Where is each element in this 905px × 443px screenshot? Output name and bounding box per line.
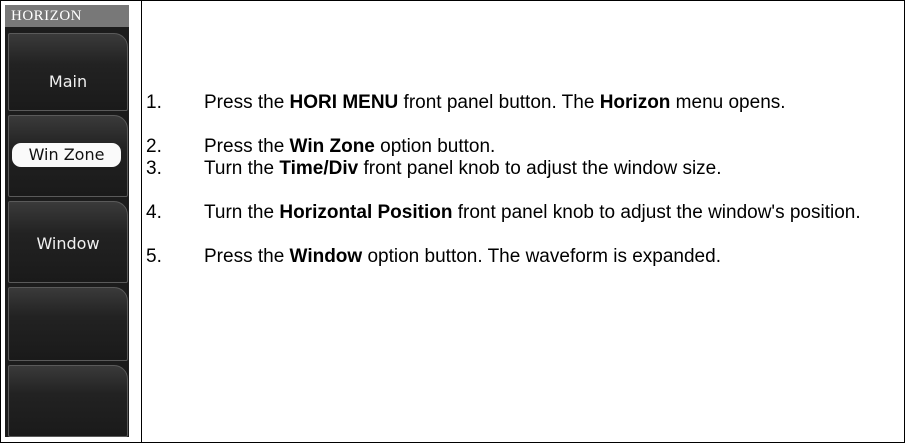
step-text: Press the HORI MENU front panel button. …	[204, 92, 904, 114]
step-number: 1.	[146, 92, 162, 113]
step-text-run: option button. The waveform is expanded.	[362, 246, 721, 267]
menu-button-empty-4[interactable]	[8, 287, 128, 361]
step-text-run: front panel knob to adjust the window's …	[452, 202, 861, 223]
step-text: Turn the Time/Div front panel knob to ad…	[204, 158, 904, 180]
step-number: 4.	[146, 202, 162, 223]
menu-button-label-selected: Win Zone	[12, 143, 121, 167]
menu-button-label: Window	[36, 234, 100, 253]
menu-button-window[interactable]: Window	[8, 201, 128, 283]
step-text-run: menu opens.	[670, 92, 786, 113]
step-text-run: Press the	[204, 92, 290, 113]
step-text-bold: Window	[289, 246, 363, 267]
step-text-run: Press the	[204, 136, 290, 157]
step-text-run: option button.	[374, 136, 496, 157]
menu-button-main[interactable]: Main	[8, 33, 128, 111]
step-text-bold: Horizontal Position	[279, 202, 453, 223]
step-text-run: Press the	[204, 246, 290, 267]
step-text-bold: Time/Div	[279, 158, 359, 179]
step-number: 5.	[146, 246, 162, 267]
step-number: 2.	[146, 136, 162, 157]
step-number: 3.	[146, 158, 162, 179]
menu-title: HORIZON	[5, 5, 129, 27]
step-text: Press the Win Zone option button.	[204, 136, 904, 158]
step-text-run: front panel knob to adjust the window si…	[358, 158, 722, 179]
step-text-run: Turn the	[204, 158, 280, 179]
step-text-run: Turn the	[204, 202, 280, 223]
step-text-bold: Win Zone	[289, 136, 375, 157]
menu-button-empty-5[interactable]	[8, 365, 128, 437]
step-text-run: front panel button. The	[398, 92, 600, 113]
cell-divider	[141, 0, 142, 443]
step-text: Press the Window option button. The wave…	[204, 246, 904, 268]
horizon-menu-panel: HORIZON Main Win Zone Window	[5, 5, 129, 437]
step-text: Turn the Horizontal Position front panel…	[204, 202, 904, 224]
menu-button-win-zone[interactable]: Win Zone	[8, 115, 128, 197]
menu-button-label: Main	[48, 72, 88, 91]
step-text-bold: HORI MENU	[289, 92, 399, 113]
step-text-bold: Horizon	[599, 92, 671, 113]
